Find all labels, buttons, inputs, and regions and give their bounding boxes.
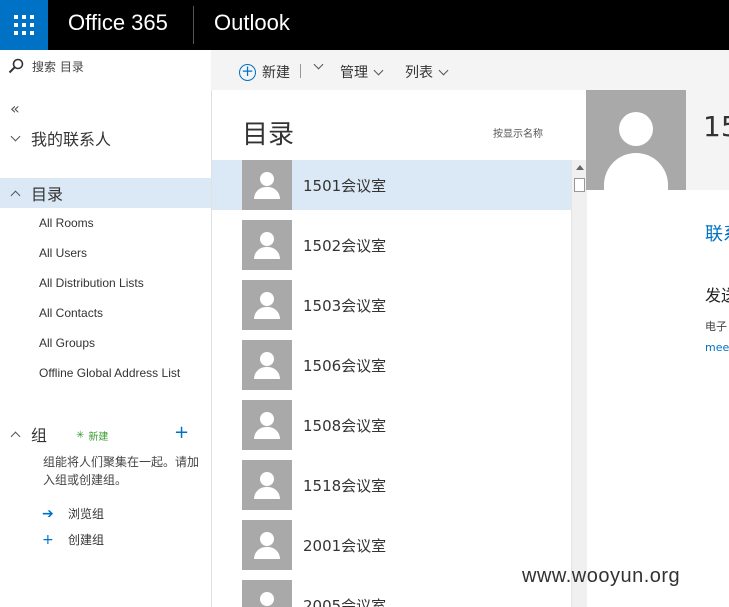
nav-my-contacts[interactable]: 我的联系人 <box>10 126 112 150</box>
create-group-label: 创建组 <box>68 533 105 547</box>
list-item-name: 1501会议室 <box>303 177 387 195</box>
chevron-down-icon[interactable] <box>313 59 324 70</box>
detail-email-label: 电子 <box>705 320 727 333</box>
search-box[interactable]: 搜索 目录 <box>0 50 211 82</box>
nav-groups[interactable]: 组 <box>10 422 48 446</box>
list-menu[interactable]: 列表 <box>405 62 449 82</box>
nav-item-all-groups[interactable]: All Groups <box>39 336 95 350</box>
detail-send-section: 发送 <box>705 286 729 305</box>
brand-title[interactable]: Office 365 <box>68 10 168 36</box>
left-nav: « 我的联系人 目录 All Rooms All Users All Distr… <box>0 82 211 607</box>
avatar <box>242 400 292 450</box>
scroll-thumb[interactable] <box>574 178 585 192</box>
detail-avatar <box>586 90 686 190</box>
contact-list: 1501会议室 1502会议室 1503会议室 1506会议室 1508会议室 … <box>212 160 571 607</box>
arrow-right-icon: ➔ <box>42 505 54 522</box>
app-title[interactable]: Outlook <box>214 10 290 36</box>
watermark: www.wooyun.org <box>522 565 681 587</box>
nav-directory-label: 目录 <box>31 185 64 204</box>
detail-contact-link[interactable]: 联系 <box>705 220 729 246</box>
detail-email-link[interactable]: mee <box>705 341 729 354</box>
avatar <box>242 580 292 607</box>
groups-description: 组能将人们聚集在一起。请加入组或创建组。 <box>43 455 200 487</box>
nav-groups-label: 组 <box>31 426 48 445</box>
manage-menu[interactable]: 管理 <box>340 62 384 82</box>
chevron-up-icon <box>10 431 21 441</box>
new-button[interactable]: + 新建 <box>239 62 290 82</box>
plus-icon: + <box>174 422 190 443</box>
list-item[interactable]: 2005会议室 <box>212 580 571 607</box>
nav-item-offline-address-list[interactable]: Offline Global Address List <box>39 366 180 380</box>
contact-detail-pane: 15 联系 发送 电子 mee <box>586 90 729 607</box>
contact-list-pane: 目录 按显示名称 1501会议室 1502会议室 1503会议室 1506会议室… <box>211 90 587 607</box>
plus-circle-icon: + <box>239 63 256 81</box>
list-item[interactable]: 1502会议室 <box>212 220 571 270</box>
new-badge-label: 新建 <box>88 432 109 443</box>
app-launcher-button[interactable] <box>0 0 48 50</box>
manage-menu-label: 管理 <box>340 65 368 81</box>
chevron-down-icon <box>373 65 384 75</box>
list-item-name: 1518会议室 <box>303 477 387 495</box>
chevron-down-icon <box>10 131 21 141</box>
list-scrollbar[interactable] <box>571 160 587 607</box>
list-item-name: 2005会议室 <box>303 597 387 607</box>
avatar <box>242 520 292 570</box>
nav-item-all-users[interactable]: All Users <box>39 246 87 260</box>
nav-directory[interactable]: 目录 <box>0 178 211 208</box>
create-group-link[interactable]: + 创建组 <box>42 531 104 548</box>
avatar <box>242 460 292 510</box>
sparkle-icon: ✳ <box>76 430 85 441</box>
nav-item-all-contacts[interactable]: All Contacts <box>39 306 103 320</box>
detail-contact-name: 15 <box>703 110 729 143</box>
scroll-up-icon[interactable] <box>576 165 584 170</box>
nav-item-all-rooms[interactable]: All Rooms <box>39 216 94 230</box>
avatar <box>242 280 292 330</box>
command-bar: + 新建 管理 列表 <box>211 50 729 90</box>
new-badge: ✳ 新建 <box>76 428 108 443</box>
browse-groups-link[interactable]: ➔ 浏览组 <box>42 505 104 522</box>
chevron-down-icon <box>438 65 449 75</box>
list-item[interactable]: 1503会议室 <box>212 280 571 330</box>
list-item[interactable]: 1506会议室 <box>212 340 571 390</box>
avatar <box>242 220 292 270</box>
waffle-icon <box>14 15 34 35</box>
search-input[interactable]: 搜索 目录 <box>32 58 84 75</box>
list-item-name: 1506会议室 <box>303 357 387 375</box>
chevron-up-icon <box>10 190 21 200</box>
list-menu-label: 列表 <box>405 65 433 81</box>
list-item[interactable]: 1508会议室 <box>212 400 571 450</box>
list-item[interactable]: 2001会议室 <box>212 520 571 570</box>
header-divider <box>193 6 194 44</box>
list-item-name: 1502会议室 <box>303 237 387 255</box>
list-item[interactable]: 1518会议室 <box>212 460 571 510</box>
search-icon <box>8 58 24 74</box>
browse-groups-label: 浏览组 <box>68 507 105 521</box>
list-item-name: 1508会议室 <box>303 417 387 435</box>
nav-my-contacts-label: 我的联系人 <box>31 130 112 149</box>
avatar <box>242 340 292 390</box>
new-button-label: 新建 <box>262 65 290 81</box>
avatar <box>242 160 292 210</box>
list-item-name: 2001会议室 <box>303 537 387 555</box>
add-group-button[interactable]: + <box>174 424 189 442</box>
toolbar-divider <box>300 64 301 78</box>
collapse-nav-button[interactable]: « <box>10 99 20 118</box>
list-item[interactable]: 1501会议室 <box>212 160 571 210</box>
list-item-name: 1503会议室 <box>303 297 387 315</box>
plus-icon: + <box>42 531 54 548</box>
sort-by-button[interactable]: 按显示名称 <box>493 125 543 140</box>
top-bar: Office 365 Outlook <box>0 0 729 50</box>
list-title: 目录 <box>242 120 295 150</box>
nav-item-all-distribution-lists[interactable]: All Distribution Lists <box>39 276 144 290</box>
